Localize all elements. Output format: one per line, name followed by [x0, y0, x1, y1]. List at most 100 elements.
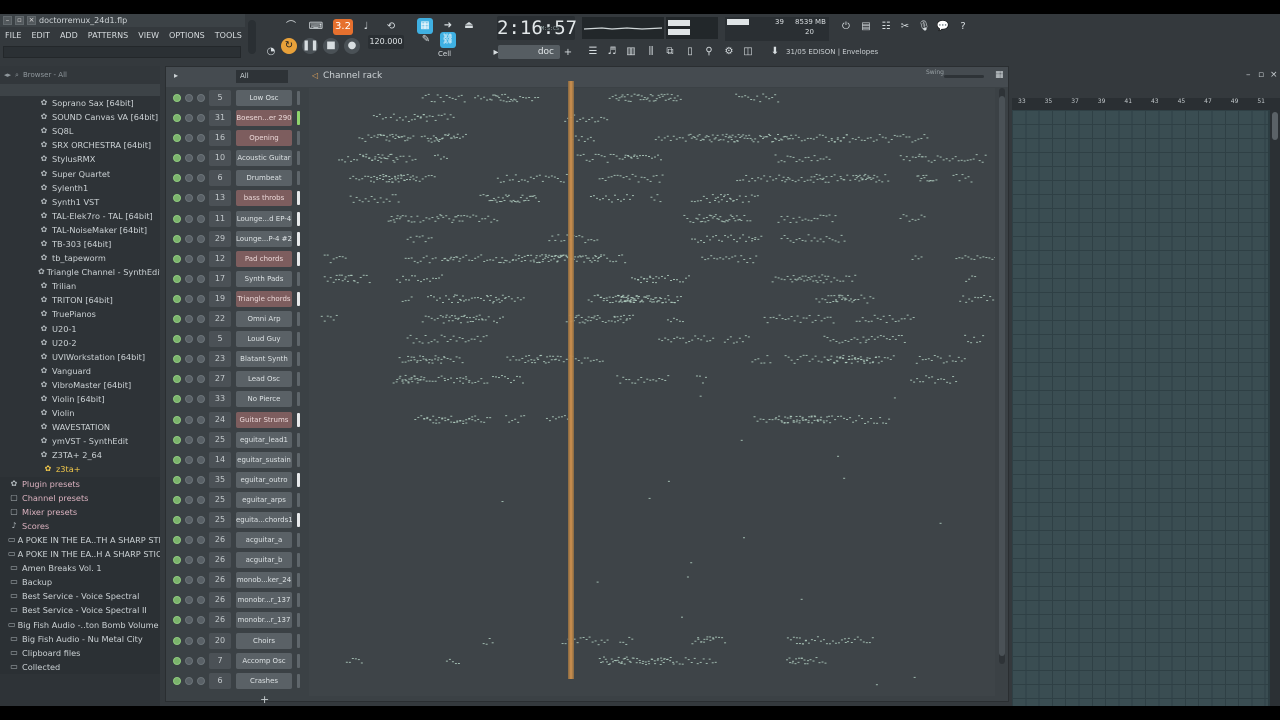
channel-name-button[interactable]: eguitar_outro	[236, 471, 292, 488]
browser-plugin-item[interactable]: ✿ SRX ORCHESTRA [64bit]	[0, 138, 160, 152]
browser-folder[interactable]: ▭ Big Fish Audio - Nu Metal City	[0, 631, 160, 646]
channel-name-button[interactable]: Triangle chords	[236, 290, 292, 307]
channel-mute-led-icon[interactable]	[173, 576, 181, 585]
mixer-track-number[interactable]: 24	[209, 411, 231, 428]
channel-row[interactable]: 6 Crashes	[166, 671, 1008, 691]
channel-mute-led-icon[interactable]	[173, 114, 181, 123]
playlist-restore-icon[interactable]: ▫	[1258, 70, 1264, 80]
search-icon[interactable]: ⌕	[15, 71, 19, 80]
channel-pan-knob-icon[interactable]	[185, 636, 193, 645]
channel-pan-knob-icon[interactable]	[185, 254, 193, 263]
playlist-grid[interactable]	[1012, 110, 1268, 706]
mixer-track-number[interactable]: 23	[209, 351, 231, 368]
tempo-display[interactable]: 120.000	[368, 35, 404, 49]
channel-name-button[interactable]: Guitar Strums	[236, 411, 292, 428]
mixer-track-number[interactable]: 29	[209, 230, 231, 247]
mixer-track-number[interactable]: 31	[209, 110, 231, 127]
browser-plugin-item[interactable]: ✿ Violin [64bit]	[0, 392, 160, 406]
browser-plugin-item[interactable]: ✿ Super Quartet	[0, 166, 160, 180]
channel-volume-knob-icon[interactable]	[197, 455, 205, 464]
channel-mute-led-icon[interactable]	[173, 234, 181, 243]
channel-name-button[interactable]: eguita...chords1	[236, 511, 292, 528]
channel-rack-icon[interactable]: ▥	[623, 44, 639, 60]
channel-name-button[interactable]: Accomp Osc	[236, 652, 292, 669]
channel-mute-led-icon[interactable]	[173, 94, 181, 102]
channel-select-indicator[interactable]	[297, 593, 300, 608]
channel-mute-led-icon[interactable]	[173, 536, 181, 545]
channel-mute-led-icon[interactable]	[173, 435, 181, 444]
playlist-icon[interactable]: ☰	[585, 44, 601, 60]
channel-volume-knob-icon[interactable]	[197, 596, 205, 605]
menu-file[interactable]: FILE	[0, 31, 26, 40]
menu-tools[interactable]: TOOLS	[210, 31, 247, 40]
channel-volume-knob-icon[interactable]	[197, 495, 205, 504]
channel-name-button[interactable]: Crashes	[236, 672, 292, 689]
channel-select-indicator[interactable]	[297, 151, 300, 166]
channel-row[interactable]: 25 eguitar_arps	[166, 490, 1008, 510]
browser-plugin-item[interactable]: ✿ Vanguard	[0, 364, 160, 378]
minimize-icon[interactable]: –	[3, 16, 12, 25]
channel-select-indicator[interactable]	[297, 352, 300, 367]
channel-pan-knob-icon[interactable]	[185, 576, 193, 585]
channel-select-indicator[interactable]	[297, 452, 300, 467]
channel-row[interactable]: 5 Loud Guy	[166, 329, 1008, 349]
channel-volume-knob-icon[interactable]	[197, 475, 205, 484]
browser-plugin-item[interactable]: ✿ StylusRMX	[0, 152, 160, 166]
channel-pan-knob-icon[interactable]	[185, 134, 193, 143]
master-pitch-knob-icon[interactable]: ◔	[263, 44, 279, 60]
mixer-track-number[interactable]: 26	[209, 572, 231, 589]
channel-select-indicator[interactable]	[297, 412, 300, 427]
channel-select-indicator[interactable]	[297, 573, 300, 588]
channel-pan-knob-icon[interactable]	[185, 174, 193, 183]
channel-volume-knob-icon[interactable]	[197, 134, 205, 143]
channel-pan-knob-icon[interactable]	[185, 154, 193, 163]
channel-mute-led-icon[interactable]	[173, 214, 181, 223]
channel-row[interactable]: 5 Low Osc	[166, 88, 1008, 108]
channel-mute-led-icon[interactable]	[173, 415, 181, 424]
swing-slider[interactable]	[944, 75, 984, 78]
browser-category[interactable]: ✿ Plugin presets	[0, 476, 160, 491]
channel-pan-knob-icon[interactable]	[185, 455, 193, 464]
mixer-track-number[interactable]: 14	[209, 451, 231, 468]
channel-pan-knob-icon[interactable]	[185, 234, 193, 243]
channel-select-indicator[interactable]	[297, 613, 300, 628]
channel-mute-led-icon[interactable]	[173, 134, 181, 143]
channel-volume-knob-icon[interactable]	[197, 355, 205, 364]
playlist-time-ruler[interactable]: 33 35 37 39 41 43 45 47 49 51	[1012, 98, 1280, 110]
channel-row[interactable]: 26 acguitar_b	[166, 550, 1008, 570]
channel-pan-knob-icon[interactable]	[185, 94, 193, 102]
channel-pan-knob-icon[interactable]	[185, 395, 193, 404]
browser-plugin-item[interactable]: ✿ TAL-Elek7ro - TAL [64bit]	[0, 209, 160, 223]
channel-select-indicator[interactable]	[297, 312, 300, 327]
mixer-track-number[interactable]: 7	[209, 652, 231, 669]
channel-pan-knob-icon[interactable]	[185, 114, 193, 123]
mixer-track-number[interactable]: 33	[209, 391, 231, 408]
channel-select-indicator[interactable]	[297, 211, 300, 226]
channel-select-indicator[interactable]	[297, 633, 300, 648]
plugin-picker-icon[interactable]: ▯	[682, 44, 698, 60]
channel-select-indicator[interactable]	[297, 673, 300, 688]
draw-tool-icon[interactable]: ✎	[418, 32, 434, 48]
mixer-track-number[interactable]: 11	[209, 210, 231, 227]
channel-name-button[interactable]: eguitar_arps	[236, 491, 292, 508]
channel-mute-led-icon[interactable]	[173, 495, 181, 504]
channel-volume-knob-icon[interactable]	[197, 174, 205, 183]
channel-name-button[interactable]: monob...ker_24	[236, 572, 292, 589]
mixer-track-number[interactable]: 35	[209, 471, 231, 488]
channel-row[interactable]: 10 Acoustic Guitar	[166, 148, 1008, 168]
browser-plugin-item[interactable]: ✿ UVIWorkstation [64bit]	[0, 350, 160, 364]
channel-pan-knob-icon[interactable]	[185, 214, 193, 223]
channel-name-button[interactable]: acguitar_a	[236, 532, 292, 549]
browser-plugin-item[interactable]: ✿ Soprano Sax [64bit]	[0, 96, 160, 110]
channel-select-indicator[interactable]	[297, 392, 300, 407]
browser-plugin-item[interactable]: ✿ TAL-NoiseMaker [64bit]	[0, 223, 160, 237]
record-icon[interactable]: ●	[344, 38, 360, 54]
channel-pan-knob-icon[interactable]	[185, 274, 193, 283]
channel-volume-knob-icon[interactable]	[197, 676, 205, 685]
channel-volume-knob-icon[interactable]	[197, 315, 205, 324]
link-icon[interactable]: ⛓	[440, 32, 456, 48]
channel-select-indicator[interactable]	[297, 231, 300, 246]
channel-name-button[interactable]: Low Osc	[236, 90, 292, 106]
channel-pan-knob-icon[interactable]	[185, 475, 193, 484]
tools-icon[interactable]: ✂	[897, 19, 913, 35]
